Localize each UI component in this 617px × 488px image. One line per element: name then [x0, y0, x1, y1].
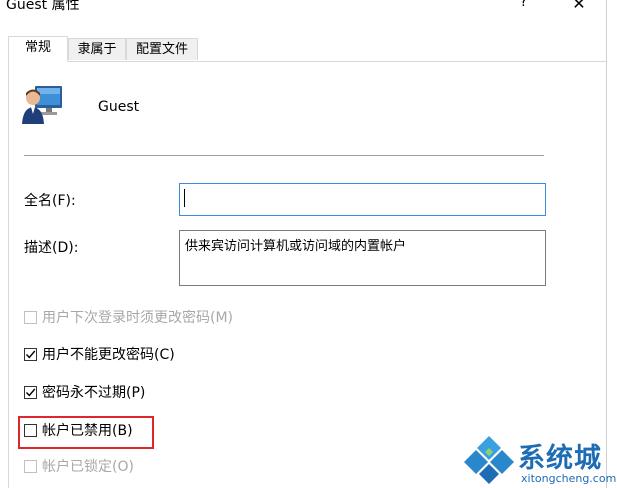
option-label: 用户不能更改密码(C) [42, 347, 175, 363]
user-computer-icon [22, 86, 62, 124]
description-label: 描述(D): [24, 240, 79, 256]
watermark-text: 系统城 [518, 443, 602, 474]
fullname-input[interactable] [179, 183, 546, 216]
watermark-logo-icon [464, 436, 514, 484]
checkmark-icon [25, 350, 36, 359]
highlight-annotation [18, 416, 154, 449]
checkmark-icon [25, 388, 36, 397]
tab-member-of[interactable]: 隶属于 [68, 38, 126, 60]
checkbox-password-never-expires[interactable] [24, 386, 37, 399]
checkbox-must-change-password[interactable] [24, 311, 37, 324]
window-right-border [606, 0, 607, 488]
watermark-url: xitongcheng.com [521, 472, 617, 485]
tab-profile[interactable]: 配置文件 [126, 38, 198, 60]
help-button[interactable]: ? [520, 0, 527, 10]
header-separator [24, 155, 544, 156]
text-caret [184, 189, 185, 207]
option-label: 帐户已锁定(O) [42, 459, 134, 475]
user-name: Guest [98, 99, 140, 115]
fullname-label: 全名(F): [24, 193, 76, 209]
option-label: 用户下次登录时须更改密码(M) [42, 310, 234, 326]
close-button[interactable]: ✕ [568, 0, 590, 13]
option-label: 密码永不过期(P) [42, 385, 146, 401]
description-input[interactable]: 供来宾访问计算机或访问域的内置帐户 [179, 230, 546, 286]
title-bar: Guest 属性 ? ✕ [0, 0, 617, 14]
description-value: 供来宾访问计算机或访问域的内置帐户 [185, 239, 407, 254]
window-title: Guest 属性 [6, 0, 80, 13]
tab-general[interactable]: 常规 [8, 36, 68, 62]
checkbox-account-locked[interactable] [24, 460, 37, 473]
checkbox-cannot-change-password[interactable] [24, 348, 37, 361]
